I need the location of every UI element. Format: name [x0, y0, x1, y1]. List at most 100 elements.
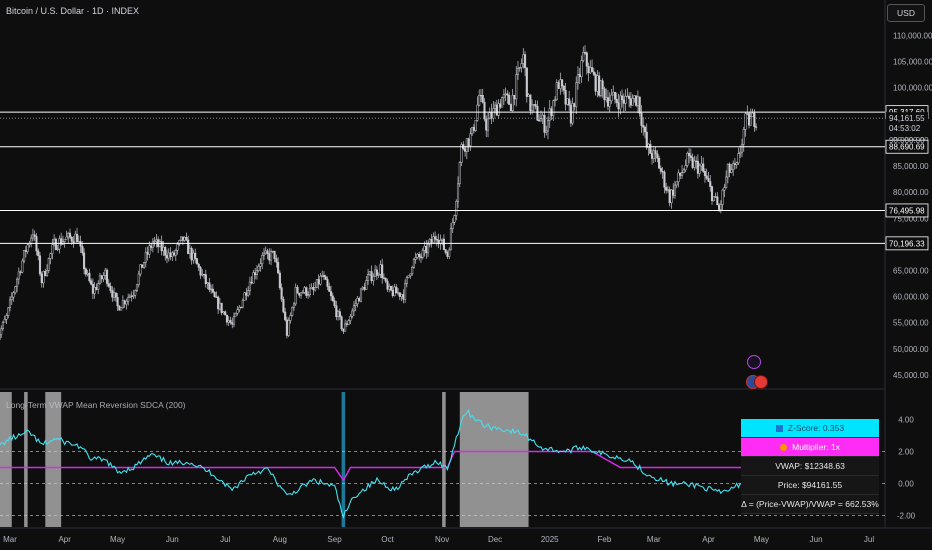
- candle-body: [319, 275, 322, 285]
- time-tick-label: Sep: [327, 535, 342, 544]
- candle-body: [247, 290, 250, 296]
- candle-body: [12, 292, 15, 298]
- candle-body: [120, 307, 123, 311]
- candle-body: [107, 283, 110, 287]
- candle-body: [753, 112, 756, 127]
- candle-body: [287, 320, 290, 336]
- candle-body: [622, 99, 625, 104]
- candle-body: [453, 215, 456, 223]
- candle-body: [206, 282, 209, 284]
- candle-body: [183, 237, 186, 241]
- candle-body: [181, 236, 184, 241]
- candle-body: [349, 315, 352, 321]
- candle-body: [703, 171, 707, 176]
- candle-body: [45, 270, 49, 276]
- candle-body: [386, 280, 389, 290]
- candle-body: [746, 113, 749, 115]
- candle-body: [566, 98, 569, 105]
- candle-body: [63, 239, 66, 242]
- candle-body: [98, 275, 102, 284]
- candle-body: [499, 103, 502, 108]
- candle-body: [672, 189, 675, 196]
- candle-body: [691, 157, 694, 168]
- level-label: 76,495.98: [889, 206, 925, 215]
- highlight-period: [341, 392, 346, 527]
- earnings-event-icon[interactable]: [754, 375, 768, 389]
- price-tick-label: 50,000.00: [893, 345, 929, 354]
- time-tick-label: Feb: [598, 535, 612, 544]
- candle-body: [123, 300, 126, 305]
- candle-body: [682, 169, 685, 173]
- lightning-event-icon[interactable]: [747, 355, 761, 369]
- candle-body: [705, 175, 708, 179]
- candle-body: [268, 253, 271, 261]
- candle-body: [497, 103, 500, 116]
- candle-body: [561, 79, 564, 87]
- candle-body: [710, 186, 714, 201]
- candle-body: [259, 263, 262, 267]
- candle-body: [160, 241, 163, 252]
- candle-body: [642, 125, 645, 128]
- candle-body: [603, 88, 606, 101]
- candle-body: [414, 257, 417, 260]
- candle-body: [31, 234, 34, 239]
- candle-body: [596, 75, 599, 92]
- candle-body: [435, 238, 438, 241]
- candle-body: [365, 280, 368, 290]
- candle-body: [169, 252, 172, 257]
- candle-body: [695, 160, 698, 162]
- price-tick-label: 110,000.00: [893, 31, 932, 40]
- candle-body: [631, 98, 634, 106]
- candle-body: [33, 234, 36, 237]
- candle-body: [255, 270, 258, 275]
- candle-body: [449, 228, 453, 251]
- candle-body: [635, 95, 638, 106]
- candle-body: [425, 246, 428, 254]
- candle-body: [677, 172, 680, 183]
- candle-body: [619, 95, 622, 110]
- candle-body: [301, 292, 304, 294]
- candle-body: [613, 92, 617, 100]
- candle-body: [356, 297, 359, 305]
- candle-body: [693, 160, 696, 168]
- candle-body: [315, 279, 318, 288]
- candle-body: [656, 153, 659, 159]
- candle-body: [532, 104, 535, 106]
- candle-body: [663, 171, 666, 188]
- countdown-label: 04:53:02: [889, 124, 921, 133]
- candle-body: [467, 138, 470, 147]
- candle-body: [557, 82, 560, 89]
- candle-body: [640, 112, 643, 126]
- candle-body: [222, 311, 225, 314]
- candle-body: [525, 67, 528, 97]
- candle-body: [188, 248, 191, 255]
- candle-body: [165, 255, 169, 259]
- price-tick-label: 65,000.00: [893, 266, 929, 275]
- candle-body: [47, 258, 50, 271]
- candle-body: [522, 54, 525, 64]
- candle-body: [464, 148, 467, 152]
- candle-body: [511, 94, 514, 112]
- candle-body: [485, 118, 488, 131]
- candle-body: [338, 311, 341, 317]
- time-tick-label: Jun: [810, 535, 823, 544]
- candle-body: [643, 126, 647, 133]
- candle-body: [81, 246, 84, 254]
- time-tick-label: Apr: [58, 535, 71, 544]
- candle-body: [404, 283, 407, 300]
- candle-body: [583, 52, 587, 54]
- candle-body: [582, 52, 585, 61]
- currency-button[interactable]: USD: [887, 4, 925, 22]
- candle-body: [598, 75, 601, 96]
- candle-body: [645, 131, 648, 148]
- candle-body: [501, 97, 504, 108]
- candle-body: [744, 113, 747, 130]
- candle-body: [755, 126, 758, 128]
- candle-body: [236, 309, 239, 314]
- candle-body: [562, 85, 565, 91]
- candle-body: [344, 323, 347, 332]
- candle-body: [686, 152, 689, 166]
- candle-body: [751, 112, 754, 117]
- shaded-period: [0, 392, 12, 527]
- candle-body: [372, 276, 375, 281]
